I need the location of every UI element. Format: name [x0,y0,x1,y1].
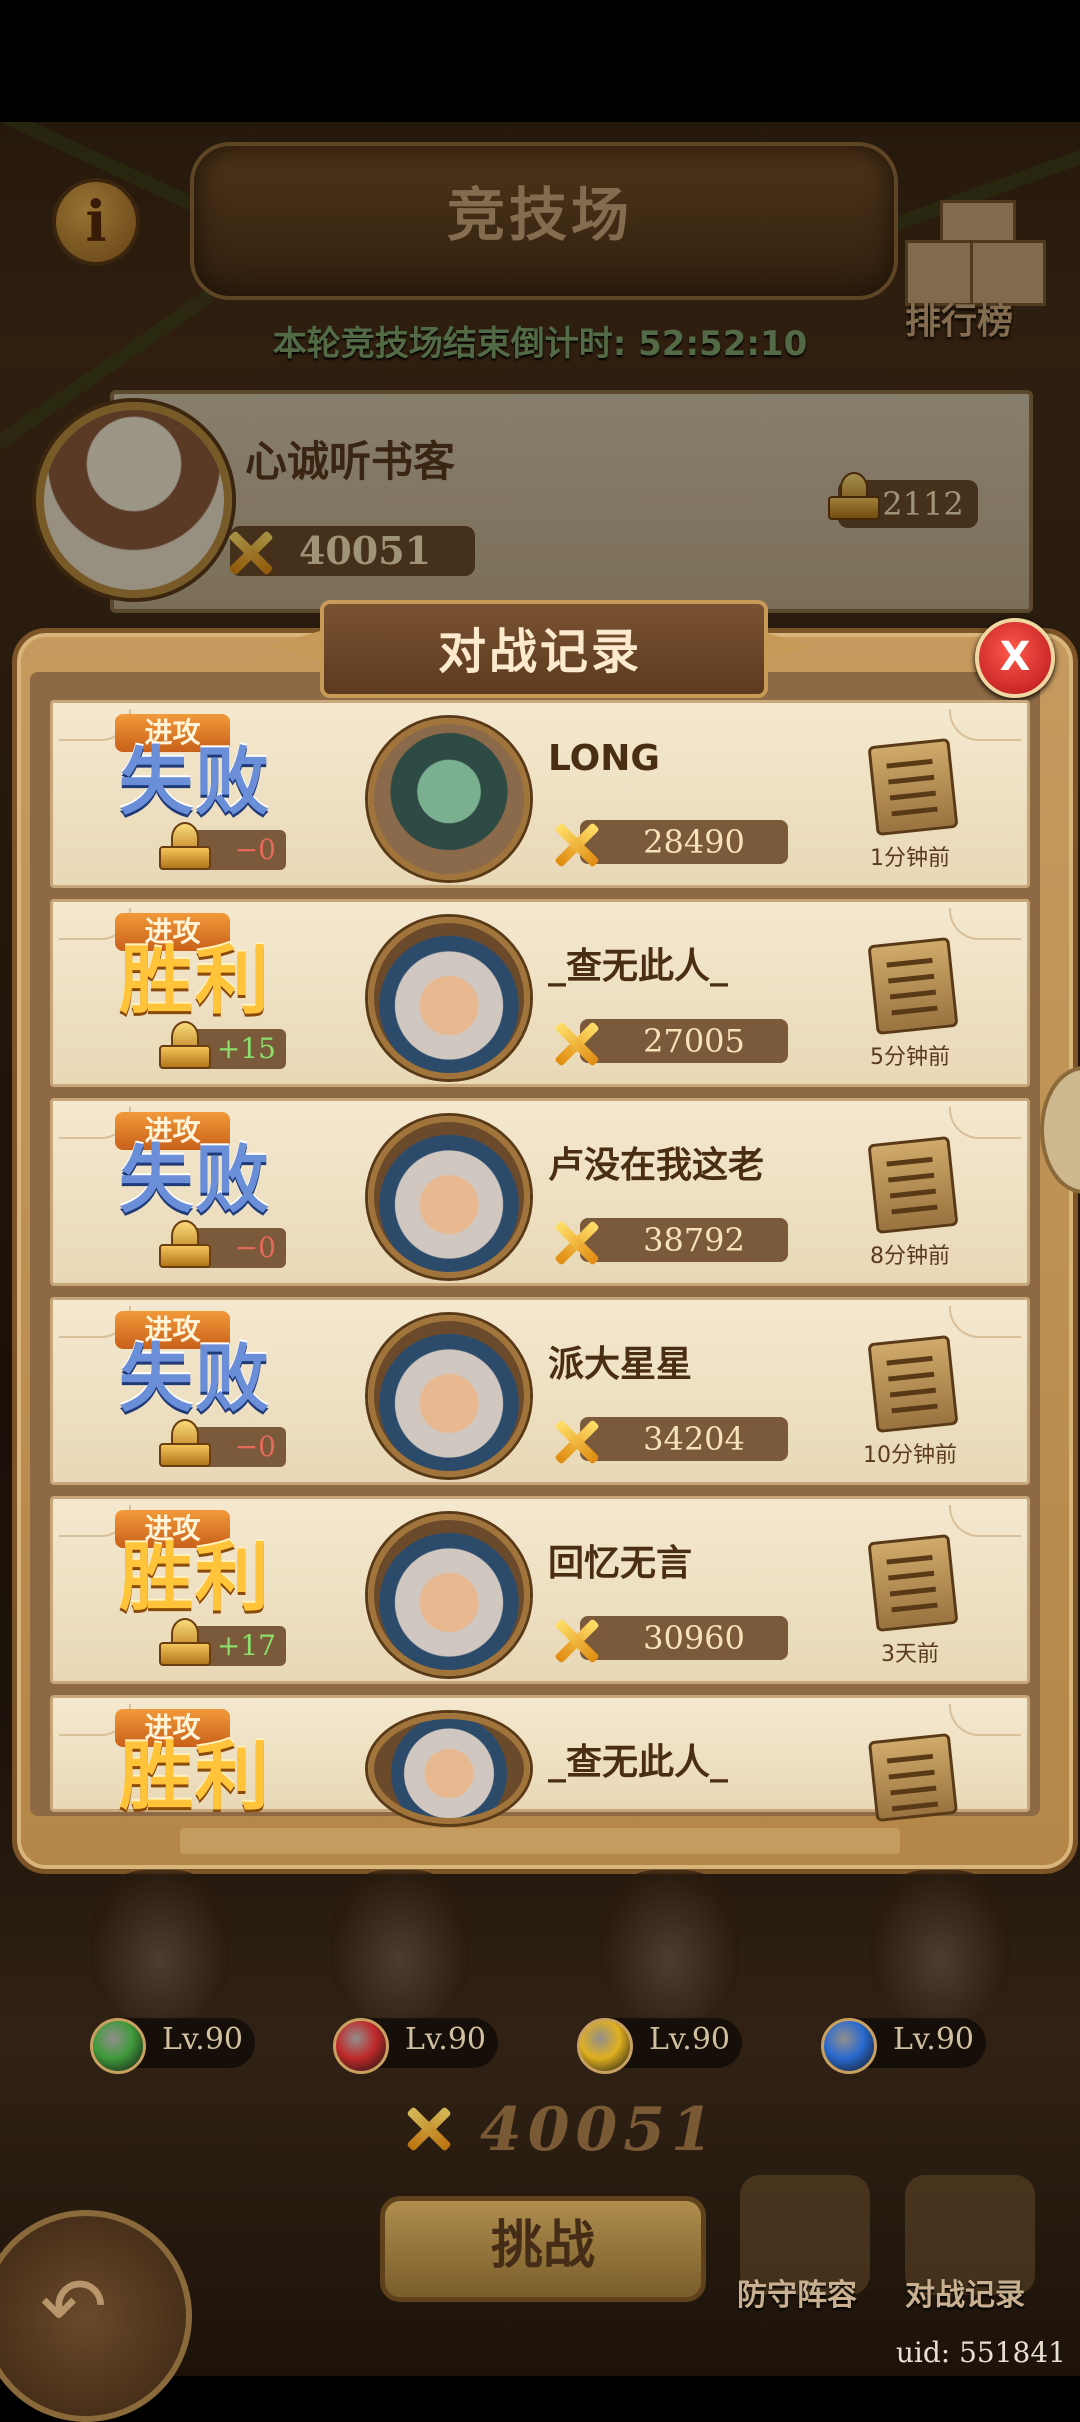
opponent-name: 回忆无言 [548,1543,693,1584]
close-button[interactable]: X [975,618,1055,698]
defense-lineup-label[interactable]: 防守阵容 [737,2270,857,2314]
battle-result: 失败 [119,742,271,822]
opponent-power: 34204 [643,1420,745,1458]
hero-level: Lv.90 [649,2022,731,2057]
replay-scroll-icon[interactable] [867,936,959,1036]
opponent-power: 38792 [643,1221,745,1259]
battle-log-label[interactable]: 对战记录 [905,2270,1025,2314]
element-gem-icon [90,2018,146,2074]
modal-title: 对战记录 [437,624,642,680]
battle-result: 失败 [119,1140,271,1220]
battle-result: 胜利 [119,941,271,1021]
replay-scroll-icon[interactable] [867,1732,959,1823]
battle-result: 胜利 [119,1737,271,1812]
opponent-avatar[interactable] [368,718,530,880]
battle-time: 1分钟前 [870,846,950,871]
crown-icon [155,1021,211,1069]
replay-scroll-icon[interactable] [867,737,959,837]
battle-time: 10分钟前 [863,1443,957,1468]
opponent-avatar[interactable] [368,1514,530,1676]
replay-scroll-icon[interactable] [867,1334,959,1434]
corner-ornament [949,709,1021,741]
crown-icon [155,1618,211,1666]
hero-level: Lv.90 [405,2022,487,2057]
replay-scroll-icon[interactable] [867,1135,959,1235]
battle-time: 5分钟前 [870,1045,950,1070]
crown-icon [155,1220,211,1268]
opponent-power: 28490 [643,823,745,861]
crown-icon [155,822,211,870]
opponent-power: 27005 [643,1022,745,1060]
element-gem-icon [821,2018,877,2074]
team-power: 40051 [480,2095,719,2165]
opponent-name: LONG [548,738,660,779]
crossed-swords-icon [548,1413,604,1469]
opponent-avatar[interactable] [368,1315,530,1477]
hero-level: Lv.90 [162,2022,244,2057]
battle-time: 8分钟前 [870,1244,950,1269]
replay-scroll-icon[interactable] [867,1533,959,1633]
opponent-name: 卢没在我这老 [548,1145,765,1186]
uid-label: uid: 551841 [895,2336,1066,2369]
back-arrow-icon: ↶ [40,2260,108,2353]
opponent-avatar[interactable] [368,1116,530,1278]
hero-figure [330,1870,470,2020]
battle-result: 失败 [119,1339,271,1419]
opponent-name: _查无此人_ [548,946,729,987]
opponent-name: 派大星星 [548,1344,693,1385]
corner-ornament [949,1704,1021,1736]
modal-footer-strip [180,1828,900,1854]
crossed-swords-icon [400,2100,456,2156]
opponent-power: 30960 [643,1619,745,1657]
corner-ornament [949,1107,1021,1139]
crossed-swords-icon [548,1015,604,1071]
crossed-swords-icon [548,1612,604,1668]
challenge-button[interactable]: 挑战 [380,2196,706,2302]
crossed-swords-icon [548,1214,604,1270]
hero-figure [90,1870,230,2020]
hero-level: Lv.90 [893,2022,975,2057]
element-gem-icon [333,2018,389,2074]
battle-result: 胜利 [119,1538,271,1618]
element-gem-icon [577,2018,633,2074]
corner-ornament [949,908,1021,940]
opponent-avatar[interactable] [368,917,530,1079]
crown-icon [155,1419,211,1467]
battle-time: 3天前 [881,1642,939,1667]
corner-ornament [949,1306,1021,1338]
opponent-name: _查无此人_ [548,1742,729,1783]
opponent-avatar[interactable] [368,1713,530,1824]
crossed-swords-icon [548,816,604,872]
hero-figure [600,1870,740,2020]
corner-ornament [949,1505,1021,1537]
hero-figure [870,1870,1010,2020]
